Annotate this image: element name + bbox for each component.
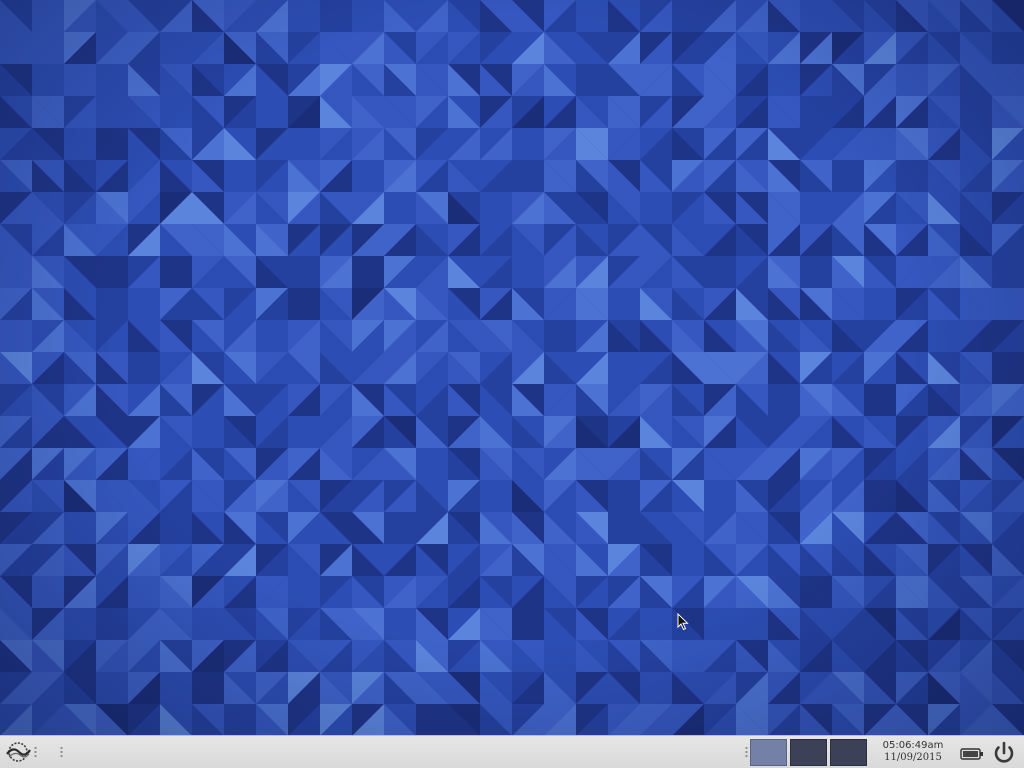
desktop-wallpaper [0, 0, 1024, 735]
taskbar: 05:06:49am 11/09/2015 [0, 735, 1024, 768]
clock[interactable]: 05:06:49am 11/09/2015 [878, 740, 948, 764]
desktop[interactable] [0, 0, 1024, 735]
battery-icon [960, 748, 983, 760]
clock-time: 05:06:49am [882, 740, 944, 751]
battery-indicator[interactable] [960, 746, 984, 760]
workspace-1-button[interactable] [750, 739, 787, 766]
clock-date: 11/09/2015 [884, 752, 942, 763]
app-menu-button[interactable] [4, 739, 32, 765]
mouse-pointer-icon [677, 613, 689, 631]
panel-grip-handle[interactable] [34, 746, 37, 758]
workspace-3-button[interactable] [830, 739, 867, 766]
workspace-2-button[interactable] [790, 739, 827, 766]
panel-grip-handle[interactable] [745, 746, 748, 758]
panel-grip-handle[interactable] [60, 746, 63, 758]
power-icon [994, 741, 1014, 763]
app-menu-icon [6, 742, 31, 762]
power-button[interactable] [990, 740, 1018, 766]
